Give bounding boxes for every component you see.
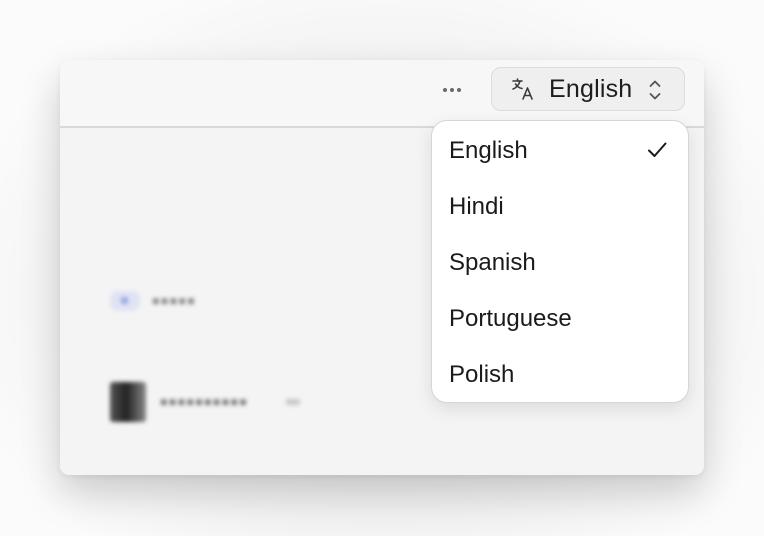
blurred-user-row: ▪▪▪▪▪▪▪▪▪▪ bbox=[110, 382, 300, 422]
language-option-label: English bbox=[449, 137, 528, 164]
language-option-hindi[interactable]: Hindi bbox=[432, 179, 688, 235]
blurred-item-icon bbox=[110, 291, 140, 311]
blurred-user-badge bbox=[286, 399, 300, 405]
language-dropdown-menu: English Hindi Spanish Portuguese Polish bbox=[431, 120, 689, 403]
blurred-user-text: ▪▪▪▪▪▪▪▪▪▪ bbox=[160, 389, 248, 414]
language-option-label: Polish bbox=[449, 361, 515, 388]
avatar bbox=[110, 382, 146, 422]
language-selector-label: English bbox=[549, 74, 633, 103]
language-option-polish[interactable]: Polish bbox=[432, 347, 688, 403]
blurred-item-text: ▪▪▪▪▪ bbox=[152, 288, 196, 313]
ellipsis-dot bbox=[450, 88, 454, 92]
more-options-button[interactable] bbox=[432, 78, 472, 102]
chevron-up-down-icon bbox=[648, 78, 662, 102]
language-selector-button[interactable]: English bbox=[491, 67, 685, 111]
desktop-background: English ▪▪▪▪▪ ▪▪▪▪▪▪▪▪▪▪ English Hindi S… bbox=[0, 0, 764, 536]
language-option-label: Hindi bbox=[449, 193, 504, 220]
ellipsis-dot bbox=[457, 88, 461, 92]
translate-icon bbox=[510, 76, 536, 102]
language-option-label: Portuguese bbox=[449, 305, 572, 332]
blurred-list-item: ▪▪▪▪▪ bbox=[110, 288, 196, 314]
language-option-label: Spanish bbox=[449, 249, 536, 276]
top-toolbar: English bbox=[60, 60, 704, 128]
language-option-spanish[interactable]: Spanish bbox=[432, 235, 688, 291]
language-option-english[interactable]: English bbox=[432, 123, 688, 179]
ellipsis-icon bbox=[443, 88, 447, 92]
check-icon bbox=[646, 139, 668, 161]
language-option-portuguese[interactable]: Portuguese bbox=[432, 291, 688, 347]
